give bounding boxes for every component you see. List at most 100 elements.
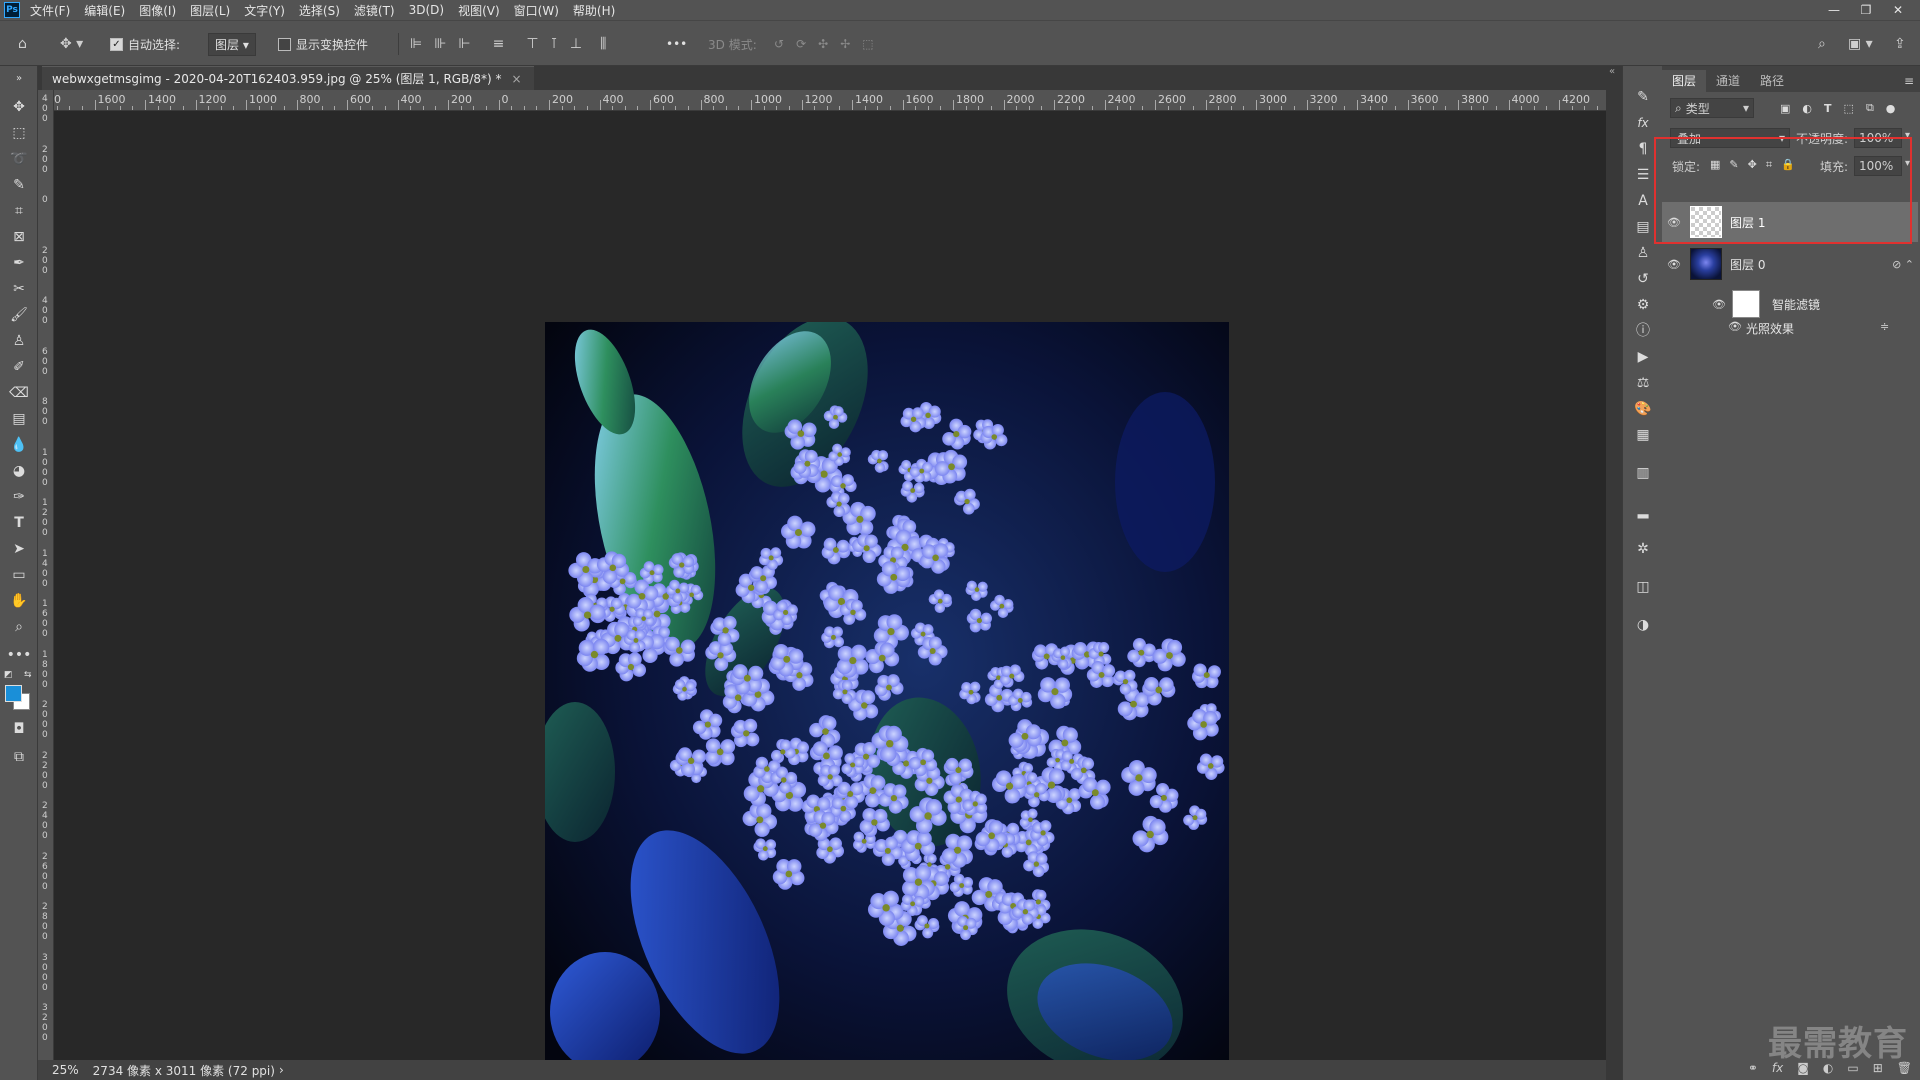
- menu-filter[interactable]: 滤镜(T): [354, 2, 395, 19]
- type-tool-icon[interactable]: T: [6, 512, 32, 534]
- menu-3d[interactable]: 3D(D): [409, 3, 444, 17]
- 3d-light-icon[interactable]: ✲: [1631, 538, 1655, 560]
- move-tool-preset-icon[interactable]: ✥ ▾: [60, 21, 83, 67]
- collapse-dock-icon[interactable]: «: [1609, 66, 1615, 77]
- menu-file[interactable]: 文件(F): [30, 2, 70, 19]
- move-tool-icon[interactable]: ✥: [6, 96, 32, 118]
- align-right-icon[interactable]: ⊩: [458, 36, 470, 52]
- dodge-tool-icon[interactable]: ◕: [6, 460, 32, 482]
- color-icon[interactable]: 🎨: [1631, 398, 1655, 420]
- info-icon[interactable]: ⓘ: [1631, 320, 1655, 342]
- auto-select-target-dropdown[interactable]: 图层 ▾: [208, 21, 256, 67]
- eraser-tool-icon[interactable]: ⌫: [6, 382, 32, 404]
- menu-edit[interactable]: 编辑(E): [84, 2, 125, 19]
- panel-menu-icon[interactable]: ≡: [1904, 70, 1914, 92]
- history-icon[interactable]: ↺: [1631, 268, 1655, 290]
- filter-toggle-icon[interactable]: ●: [1886, 102, 1896, 115]
- path-select-tool-icon[interactable]: ➤: [6, 538, 32, 560]
- slide-3d-icon[interactable]: ✢: [840, 37, 850, 51]
- document-tab[interactable]: webwxgetmsgimg - 2020-04-20T162403.959.j…: [42, 66, 534, 90]
- more-options-button[interactable]: •••: [666, 21, 687, 67]
- properties-icon[interactable]: ☰: [1631, 164, 1655, 186]
- rectangle-tool-icon[interactable]: ▭: [6, 564, 32, 586]
- frame-tool-icon[interactable]: ⊠: [6, 226, 32, 248]
- menu-type[interactable]: 文字(Y): [244, 2, 285, 19]
- zoom-tool-icon[interactable]: ⌕: [6, 616, 32, 638]
- more-tools-icon[interactable]: •••: [6, 644, 32, 666]
- eye-icon[interactable]: 👁: [1662, 258, 1686, 271]
- distribute-vertical-icon[interactable]: ⫼: [600, 36, 606, 52]
- minimize-button[interactable]: —: [1818, 3, 1850, 17]
- workspace-icon[interactable]: ▣ ▾: [1848, 21, 1873, 67]
- home-icon[interactable]: ⌂: [18, 21, 27, 67]
- auto-select-checkbox[interactable]: ✓: [110, 37, 123, 51]
- close-tab-icon[interactable]: ×: [512, 72, 522, 86]
- status-menu-arrow[interactable]: ›: [279, 1063, 284, 1077]
- align-left-icon[interactable]: ⊫: [410, 36, 422, 52]
- crop-tool-icon[interactable]: ⌗: [6, 200, 32, 222]
- healing-tool-icon[interactable]: ✂: [6, 278, 32, 300]
- brush-tool-icon[interactable]: 🖌: [6, 304, 32, 326]
- filter-kind-dropdown[interactable]: ⌕ 类型 ▾: [1670, 98, 1754, 118]
- quick-mask-icon[interactable]: ◘: [6, 718, 32, 740]
- filter-type-icon[interactable]: T: [1824, 102, 1832, 115]
- libraries-icon[interactable]: ◫: [1631, 576, 1655, 598]
- gradient-tool-icon[interactable]: ▤: [6, 408, 32, 430]
- blur-tool-icon[interactable]: 💧: [6, 434, 32, 456]
- eye-icon[interactable]: 👁: [1728, 320, 1742, 333]
- play-icon[interactable]: ▶: [1631, 346, 1655, 368]
- quick-select-tool-icon[interactable]: ✎: [6, 174, 32, 196]
- swatches-icon[interactable]: ▦: [1631, 424, 1655, 446]
- screen-mode-icon[interactable]: ⧉: [6, 746, 32, 768]
- eye-icon[interactable]: 👁: [1662, 298, 1732, 311]
- align-center-icon[interactable]: ⊪: [434, 36, 446, 52]
- layer-row-layer-0[interactable]: 👁 图层 0 ⊘ ⌃: [1662, 244, 1918, 284]
- menu-layer[interactable]: 图层(L): [190, 2, 230, 19]
- filter-pixel-icon[interactable]: ▣: [1780, 102, 1790, 115]
- tab-layers[interactable]: 图层: [1662, 70, 1707, 92]
- search-icon[interactable]: ⌕: [1818, 21, 1826, 67]
- scale-3d-icon[interactable]: ⬚: [862, 37, 873, 51]
- character-icon[interactable]: A: [1631, 190, 1655, 212]
- menu-help[interactable]: 帮助(H): [573, 2, 615, 19]
- link-layers-icon[interactable]: ⚭: [1748, 1061, 1758, 1075]
- filter-effect-row[interactable]: 👁 光照效果 ≑: [1662, 316, 1918, 338]
- filter-blending-options-icon[interactable]: ≑: [1880, 320, 1889, 333]
- menu-window[interactable]: 窗口(W): [514, 2, 559, 19]
- pen-tool-icon[interactable]: ✑: [6, 486, 32, 508]
- filter-smart-object-icon[interactable]: ⧉: [1866, 101, 1874, 115]
- swap-colors-icon[interactable]: ⇆: [24, 670, 36, 680]
- menu-image[interactable]: 图像(I): [139, 2, 176, 19]
- orbit-3d-icon[interactable]: ↺: [774, 37, 784, 51]
- brush-settings-icon[interactable]: ✎: [1631, 86, 1655, 108]
- marquee-tool-icon[interactable]: ⬚: [6, 122, 32, 144]
- smart-object-icon[interactable]: ⊘ ⌃: [1892, 258, 1914, 271]
- actions-icon[interactable]: ⚙: [1631, 294, 1655, 316]
- align-middle-icon[interactable]: ⊺: [551, 36, 558, 52]
- roll-3d-icon[interactable]: ⟳: [796, 37, 806, 51]
- glyphs-icon[interactable]: ▤: [1631, 216, 1655, 238]
- pan-3d-icon[interactable]: ✣: [818, 37, 828, 51]
- lasso-tool-icon[interactable]: ➰: [6, 148, 32, 170]
- document-image[interactable]: [545, 322, 1229, 1074]
- distribute-icon[interactable]: ≡: [493, 36, 505, 52]
- paragraph-icon[interactable]: ¶: [1631, 138, 1655, 160]
- tab-channels[interactable]: 通道: [1706, 70, 1750, 92]
- adjust-circle-icon[interactable]: ◑: [1631, 614, 1655, 636]
- canvas-area[interactable]: [55, 112, 1606, 1074]
- foreground-color-swatch[interactable]: [5, 685, 22, 702]
- align-top-icon[interactable]: ⊤: [526, 36, 538, 52]
- show-transform-option[interactable]: 显示变换控件: [278, 21, 368, 67]
- restore-button[interactable]: ❐: [1850, 3, 1882, 17]
- filter-adjustment-icon[interactable]: ◐: [1802, 102, 1812, 115]
- styles-fx-icon[interactable]: fx: [1631, 112, 1655, 134]
- share-icon[interactable]: ⇪: [1894, 21, 1906, 67]
- measurement-icon[interactable]: ▂: [1631, 500, 1655, 522]
- collapse-tools-icon[interactable]: »: [6, 68, 32, 90]
- zoom-level[interactable]: 25%: [52, 1063, 79, 1077]
- tab-paths[interactable]: 路径: [1750, 70, 1794, 92]
- auto-select-option[interactable]: ✓ 自动选择:: [110, 21, 180, 67]
- adjustments-icon[interactable]: ⚖: [1631, 372, 1655, 394]
- clone-source-icon[interactable]: ♙: [1631, 242, 1655, 264]
- menu-view[interactable]: 视图(V): [458, 2, 500, 19]
